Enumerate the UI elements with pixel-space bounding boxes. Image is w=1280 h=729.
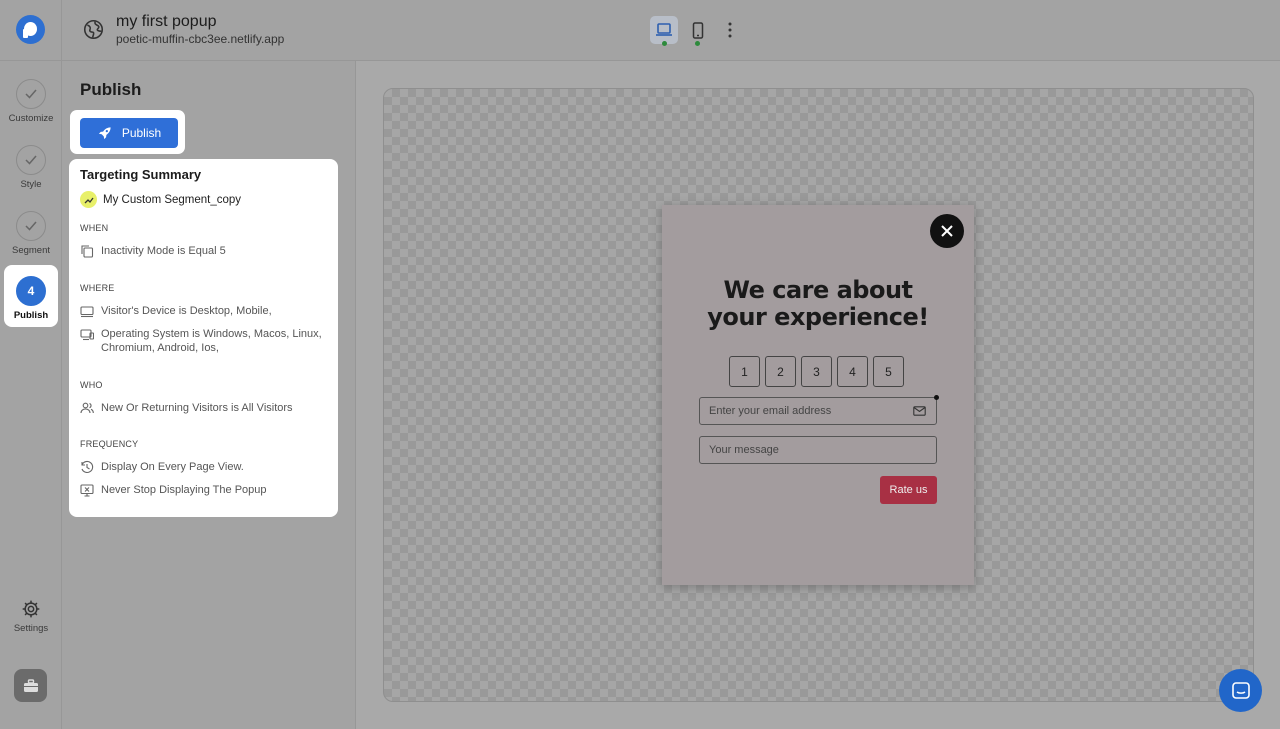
rule-device: Visitor's Device is Desktop, Mobile,	[80, 304, 332, 318]
laptop-icon	[656, 23, 672, 36]
rule-page-view: Display On Every Page View.	[80, 460, 332, 474]
rail-item-style[interactable]: Style	[4, 141, 58, 203]
desktop-view-button[interactable]	[650, 16, 678, 44]
settings-button[interactable]: Settings	[4, 597, 58, 637]
rating-options: 1 2 3 4 5	[729, 356, 904, 387]
step-rail: Customize Style Segment 4 Publish Settin…	[0, 61, 62, 729]
gear-icon	[22, 600, 40, 618]
rating-option-5[interactable]: 5	[873, 356, 904, 387]
rocket-icon	[98, 126, 111, 139]
rating-option-4[interactable]: 4	[837, 356, 868, 387]
chat-icon	[1231, 681, 1250, 699]
trend-icon	[80, 191, 97, 208]
more-options-icon[interactable]	[724, 20, 736, 40]
users-icon	[80, 402, 94, 414]
rule-never-stop: Never Stop Displaying The Popup	[80, 483, 332, 497]
globe-icon	[83, 19, 104, 40]
publish-button[interactable]: Publish	[80, 118, 178, 148]
briefcase-icon	[23, 678, 38, 692]
screen-stop-icon	[80, 484, 94, 497]
check-icon	[25, 155, 37, 165]
step-number: 4	[16, 276, 46, 306]
where-heading: WHERE	[80, 283, 115, 293]
rating-option-2[interactable]: 2	[765, 356, 796, 387]
page-title: my first popup	[116, 13, 217, 30]
targeting-summary: Targeting Summary My Custom Segment_copy…	[69, 159, 338, 517]
segment-name: My Custom Segment_copy	[80, 191, 241, 208]
app-logo-icon[interactable]	[16, 15, 45, 44]
top-bar: my first popup poetic-muffin-cbc3ee.netl…	[0, 0, 1280, 61]
rail-item-customize[interactable]: Customize	[4, 75, 58, 137]
required-marker	[934, 395, 939, 400]
phone-icon	[692, 21, 704, 39]
rating-option-1[interactable]: 1	[729, 356, 760, 387]
history-icon	[81, 460, 94, 473]
summary-title: Targeting Summary	[80, 167, 202, 182]
mobile-view-button[interactable]	[684, 16, 712, 44]
desktop-status-dot	[662, 41, 667, 46]
email-field[interactable]: Enter your email address	[699, 395, 939, 425]
publish-panel: Publish Publish Targeting Summary My Cus…	[62, 61, 356, 729]
rule-os: Operating System is Windows, Macos, Linu…	[80, 327, 332, 355]
frequency-heading: FREQUENCY	[80, 439, 139, 449]
close-button[interactable]	[930, 214, 964, 248]
rating-option-3[interactable]: 3	[801, 356, 832, 387]
devices-icon	[80, 329, 94, 341]
monitor-icon	[80, 306, 94, 318]
who-heading: WHO	[80, 380, 103, 390]
rail-item-segment[interactable]: Segment	[4, 207, 58, 269]
close-icon	[941, 225, 953, 237]
popup-title: We care about your experience!	[707, 276, 929, 331]
rule-visitors: New Or Returning Visitors is All Visitor…	[80, 401, 332, 415]
site-url: poetic-muffin-cbc3ee.netlify.app	[116, 32, 285, 46]
mobile-status-dot	[695, 41, 700, 46]
rule-inactivity: Inactivity Mode is Equal 5	[80, 244, 332, 258]
rail-item-publish[interactable]: 4 Publish	[4, 265, 58, 327]
popup-preview: We care about your experience! 1 2 3 4 5…	[662, 205, 974, 585]
mail-icon	[913, 406, 926, 416]
check-icon	[25, 89, 37, 99]
check-icon	[25, 221, 37, 231]
message-field[interactable]: Your message	[699, 436, 937, 464]
copy-icon	[81, 245, 94, 258]
when-heading: WHEN	[80, 223, 109, 233]
rate-us-button[interactable]: Rate us	[880, 476, 937, 504]
panel-title: Publish	[80, 80, 142, 99]
briefcase-button[interactable]	[14, 669, 47, 702]
chat-launcher[interactable]	[1219, 669, 1262, 712]
